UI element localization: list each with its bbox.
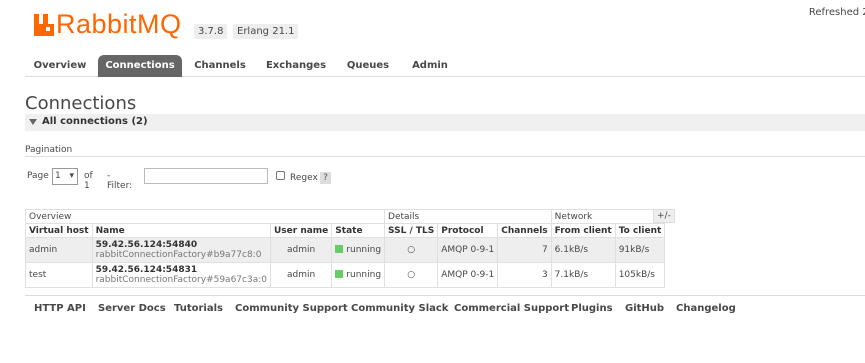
connections-table: Overview Details Network Virtual host Na…	[24, 209, 666, 288]
running-status-icon	[335, 270, 344, 278]
filter-label: - Filter:	[107, 171, 133, 191]
cell-name[interactable]: 59.42.56.124:54840 rabbitConnectionFacto…	[91, 237, 271, 263]
column-channels[interactable]: Channels	[497, 223, 552, 238]
connection-link[interactable]: 59.42.56.124:54840	[96, 240, 267, 250]
column-toggle-button[interactable]: +/-	[653, 209, 675, 223]
header: RabbitMQ 3.7.8 Erlang 21.1 Refreshed 20	[0, 0, 865, 50]
help-icon[interactable]: ?	[320, 172, 331, 184]
cell-ssl: ○	[384, 262, 439, 288]
pagination-label: Pagination	[25, 145, 73, 155]
footer-link-http-api[interactable]: HTTP API	[34, 303, 86, 314]
brand-name: RabbitMQ	[56, 9, 182, 39]
tab-overview[interactable]: Overview	[27, 55, 93, 77]
table-row[interactable]: test 59.42.56.124:54831 rabbitConnection…	[25, 262, 666, 288]
cell-state: running	[331, 262, 386, 288]
tab-queues[interactable]: Queues	[339, 55, 397, 77]
footer-link-changelog[interactable]: Changelog	[676, 303, 736, 314]
footer-link-community-support[interactable]: Community Support	[235, 303, 348, 314]
footer-link-server-docs[interactable]: Server Docs	[98, 303, 166, 314]
page-select[interactable]: 1 ▾	[52, 168, 78, 185]
cell-state: running	[331, 237, 386, 263]
erlang-version-badge: Erlang 21.1	[233, 24, 299, 39]
connection-link[interactable]: 59.42.56.124:54831	[96, 265, 267, 275]
page-count: of 1	[84, 171, 93, 191]
cell-name[interactable]: 59.42.56.124:54831 rabbitConnectionFacto…	[91, 262, 271, 288]
state-label: running	[346, 270, 382, 280]
column-to-client[interactable]: To client	[614, 223, 666, 238]
rabbitmq-logo-icon	[34, 14, 54, 36]
main-tabs: Overview Connections Channels Exchanges …	[25, 55, 865, 77]
collapse-triangle-icon	[29, 119, 37, 125]
tab-exchanges[interactable]: Exchanges	[258, 55, 334, 77]
cell-user: admin	[269, 262, 333, 288]
cell-vhost: test	[25, 262, 93, 288]
cell-vhost: admin	[25, 237, 93, 263]
group-overview: Overview	[24, 209, 386, 224]
cell-channels: 7	[497, 237, 552, 263]
cell-from-client: 7.1kB/s	[550, 262, 616, 288]
group-network: Network	[550, 209, 666, 224]
footer-link-plugins[interactable]: Plugins	[571, 303, 613, 314]
cell-to-client: 105kB/s	[614, 262, 666, 288]
version-badge: 3.7.8	[194, 24, 228, 39]
filter-input[interactable]	[144, 168, 268, 184]
cell-protocol: AMQP 0-9-1	[437, 237, 499, 263]
refreshed-status: Refreshed 20	[808, 7, 865, 18]
cell-from-client: 6.1kB/s	[550, 237, 616, 263]
page-title: Connections	[25, 93, 137, 114]
cell-to-client: 91kB/s	[614, 237, 666, 263]
regex-label: Regex	[290, 173, 318, 183]
page-label: Page	[27, 171, 49, 181]
footer-divider	[25, 295, 865, 296]
cell-ssl: ○	[384, 237, 439, 263]
footer-link-commercial-support[interactable]: Commercial Support	[454, 303, 569, 314]
column-ssl-tls[interactable]: SSL / TLS	[384, 223, 439, 238]
regex-checkbox[interactable]	[276, 171, 285, 180]
section-label: All connections (2)	[42, 116, 148, 127]
cell-protocol: AMQP 0-9-1	[437, 262, 499, 288]
cell-user: admin	[269, 237, 333, 263]
all-connections-section-toggle[interactable]: All connections (2)	[25, 114, 865, 131]
tab-channels[interactable]: Channels	[187, 55, 253, 77]
table-row[interactable]: admin 59.42.56.124:54840 rabbitConnectio…	[25, 237, 666, 263]
chevron-down-icon: ▾	[69, 171, 74, 181]
client-name: rabbitConnectionFactory#b9a77c8:0	[95, 250, 262, 260]
column-from-client[interactable]: From client	[550, 223, 616, 238]
cell-channels: 3	[497, 262, 552, 288]
state-label: running	[346, 245, 382, 255]
column-name[interactable]: Name	[91, 223, 271, 238]
column-state[interactable]: State	[331, 223, 386, 238]
tab-admin[interactable]: Admin	[402, 55, 458, 77]
group-details: Details	[384, 209, 552, 224]
column-protocol[interactable]: Protocol	[437, 223, 499, 238]
client-name: rabbitConnectionFactory#59a67c3a:0	[95, 275, 267, 285]
footer-link-github[interactable]: GitHub	[625, 303, 664, 314]
rabbitmq-logo[interactable]: RabbitMQ	[34, 9, 182, 39]
column-user-name[interactable]: User name	[269, 223, 333, 238]
running-status-icon	[335, 245, 344, 253]
footer-link-community-slack[interactable]: Community Slack	[351, 303, 448, 314]
column-virtual-host[interactable]: Virtual host	[25, 223, 93, 238]
pagination-divider	[25, 156, 865, 157]
tab-connections[interactable]: Connections	[98, 55, 182, 77]
footer-link-tutorials[interactable]: Tutorials	[174, 303, 223, 314]
